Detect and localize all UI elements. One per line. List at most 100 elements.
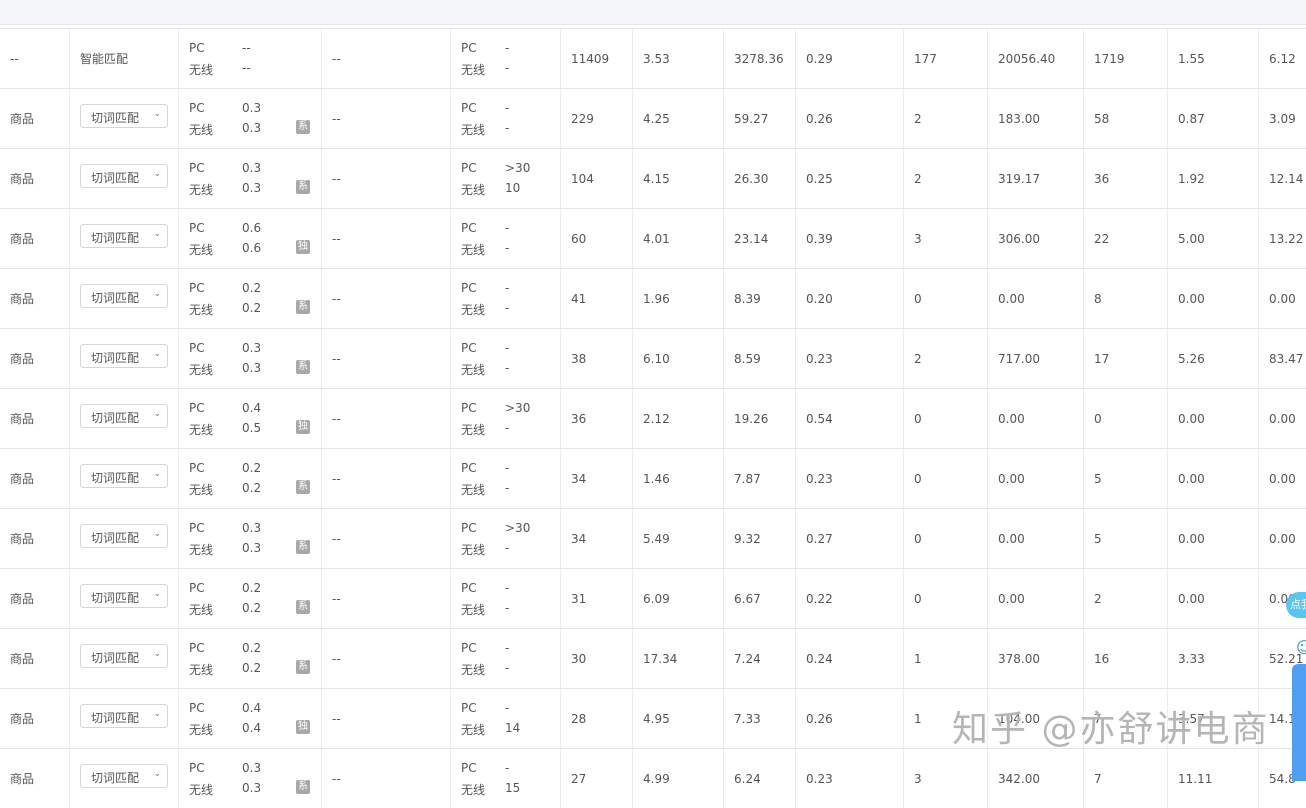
- cell-bid: PC 无线 0.3 0.3 系: [179, 329, 322, 388]
- float-help-button[interactable]: 点我: [1286, 592, 1306, 618]
- cell-value-ctr: 17.34: [633, 629, 724, 688]
- mobile-bid[interactable]: 0.3: [242, 181, 261, 195]
- pc-bid[interactable]: 0.4: [242, 701, 261, 715]
- type-text: 商品: [10, 352, 35, 366]
- cell-rank: PC 无线 - -: [451, 29, 561, 88]
- cell-bid: PC 无线 0.3 0.3 系: [179, 149, 322, 208]
- pc-bid[interactable]: 0.3: [242, 521, 261, 535]
- value-impressions: 38: [571, 351, 587, 366]
- pc-bid[interactable]: 0.2: [242, 641, 261, 655]
- cell-value-deals: 3: [904, 749, 988, 808]
- pc-bid[interactable]: 0.3: [242, 101, 261, 115]
- cell-quality: --: [322, 629, 451, 688]
- mobile-label: 无线: [461, 483, 486, 497]
- value-impressions: 31: [571, 591, 587, 606]
- value-conversion: 11.11: [1178, 771, 1213, 786]
- value-deal-amount: 378.00: [998, 651, 1040, 666]
- mobile-bid[interactable]: 0.2: [242, 481, 261, 495]
- table-row: 商品 切词匹配 ⌄ PC 无线 0.4 0.5 独 -- PC 无线 >30 - 3…: [0, 388, 1306, 448]
- pc-label: PC: [461, 341, 477, 355]
- cell-value-ctr: 4.15: [633, 149, 724, 208]
- match-type-select[interactable]: 切词匹配 ⌄: [80, 464, 168, 488]
- cell-value-deal-amount: 20056.40: [988, 29, 1084, 88]
- cell-quality: --: [322, 89, 451, 148]
- match-type-select[interactable]: 切词匹配 ⌄: [80, 704, 168, 728]
- mobile-label: 无线: [189, 123, 214, 137]
- pc-label: PC: [461, 701, 477, 715]
- value-cost: 6.67: [734, 591, 761, 606]
- mobile-bid[interactable]: 0.2: [242, 301, 261, 315]
- cell-bid: PC 无线 0.2 0.2 系: [179, 569, 322, 628]
- mobile-rank: -: [505, 541, 510, 555]
- bid-tag-badge: 系: [296, 360, 310, 374]
- cell-value-deals: 0: [904, 389, 988, 448]
- cell-bid: PC 无线 0.3 0.3 系: [179, 749, 322, 808]
- match-type-select[interactable]: 切词匹配 ⌄: [80, 584, 168, 608]
- pc-label: PC: [189, 161, 205, 175]
- match-type-select[interactable]: 切词匹配 ⌄: [80, 104, 168, 128]
- pc-label: PC: [189, 221, 205, 235]
- match-type-label: 切词匹配: [91, 531, 140, 545]
- value-deals: 3: [914, 231, 922, 246]
- cell-value-favorites: 22: [1084, 209, 1168, 268]
- cell-value-roi: 0.00: [1259, 389, 1306, 448]
- chevron-down-icon: ⌄: [153, 349, 161, 359]
- value-deal-amount: 319.17: [998, 171, 1040, 186]
- mobile-bid[interactable]: 0.2: [242, 601, 261, 615]
- value-ctr: 4.25: [643, 111, 670, 126]
- cell-value-favorites: 36: [1084, 149, 1168, 208]
- match-type-select[interactable]: 切词匹配 ⌄: [80, 764, 168, 788]
- value-roi: 13.22: [1269, 231, 1304, 246]
- match-type-select[interactable]: 切词匹配 ⌄: [80, 644, 168, 668]
- pc-bid[interactable]: 0.3: [242, 761, 261, 775]
- pc-bid[interactable]: 0.2: [242, 281, 261, 295]
- mobile-bid[interactable]: 0.4: [242, 721, 261, 735]
- cell-bid: PC 无线 0.2 0.2 系: [179, 449, 322, 508]
- mobile-rank: -: [505, 241, 510, 255]
- watermark: 知乎 @亦舒讲电商: [952, 709, 1270, 750]
- pc-label: PC: [461, 641, 477, 655]
- cell-value-conversion: 0.00: [1168, 449, 1259, 508]
- match-type-select[interactable]: 切词匹配 ⌄: [80, 224, 168, 248]
- value-ctr: 1.46: [643, 471, 670, 486]
- pc-rank: -: [505, 341, 510, 355]
- pc-bid[interactable]: 0.4: [242, 401, 261, 415]
- value-roi: 0.00: [1269, 531, 1296, 546]
- pc-label: PC: [461, 281, 477, 295]
- pc-bid[interactable]: 0.2: [242, 581, 261, 595]
- match-type-select[interactable]: 切词匹配 ⌄: [80, 344, 168, 368]
- pc-bid[interactable]: 0.3: [242, 161, 261, 175]
- cell-value-deals: 0: [904, 509, 988, 568]
- pc-bid[interactable]: --: [242, 41, 251, 55]
- cell-rank: PC 无线 - -: [451, 89, 561, 148]
- value-conversion: 0.87: [1178, 111, 1205, 126]
- cell-value-ctr: 4.99: [633, 749, 724, 808]
- cell-rank: PC 无线 - 14: [451, 689, 561, 748]
- mobile-bid[interactable]: 0.2: [242, 661, 261, 675]
- side-float-bar[interactable]: [1292, 664, 1306, 781]
- pc-rank: -: [505, 101, 510, 115]
- mobile-bid[interactable]: --: [242, 61, 251, 75]
- mobile-bid[interactable]: 0.6: [242, 241, 261, 255]
- pc-bid[interactable]: 0.6: [242, 221, 261, 235]
- pc-label: PC: [461, 401, 477, 415]
- match-type-select[interactable]: 切词匹配 ⌄: [80, 404, 168, 428]
- pc-bid[interactable]: 0.3: [242, 341, 261, 355]
- mobile-bid[interactable]: 0.3: [242, 121, 261, 135]
- chevron-down-icon: ⌄: [153, 109, 161, 119]
- cell-value-impressions: 38: [561, 329, 633, 388]
- cell-match: 切词匹配 ⌄: [70, 629, 179, 688]
- match-type-select[interactable]: 切词匹配 ⌄: [80, 164, 168, 188]
- cell-value-conversion: 3.33: [1168, 629, 1259, 688]
- match-type-select[interactable]: 切词匹配 ⌄: [80, 524, 168, 548]
- mobile-bid[interactable]: 0.3: [242, 361, 261, 375]
- pc-bid[interactable]: 0.2: [242, 461, 261, 475]
- table-row: 商品 切词匹配 ⌄ PC 无线 0.2 0.2 系 -- PC 无线 - - 31 6…: [0, 568, 1306, 628]
- mobile-bid[interactable]: 0.5: [242, 421, 261, 435]
- mobile-bid[interactable]: 0.3: [242, 781, 261, 795]
- value-impressions: 34: [571, 471, 587, 486]
- cell-value-impressions: 229: [561, 89, 633, 148]
- value-favorites: 22: [1094, 231, 1110, 246]
- mobile-bid[interactable]: 0.3: [242, 541, 261, 555]
- match-type-select[interactable]: 切词匹配 ⌄: [80, 284, 168, 308]
